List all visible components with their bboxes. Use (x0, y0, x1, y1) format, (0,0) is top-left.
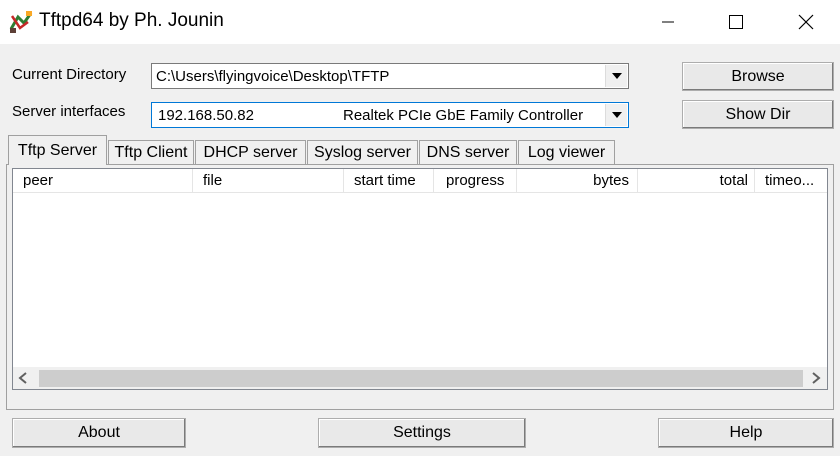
tab-tftp-server[interactable]: Tftp Server (8, 135, 107, 165)
column-bytes[interactable]: bytes (517, 169, 638, 193)
server-interface-ip: 192.168.50.82 (158, 107, 254, 124)
current-directory-label: Current Directory (12, 66, 127, 83)
chevron-right-icon (812, 372, 821, 384)
chevron-left-icon (18, 372, 27, 384)
maximize-button[interactable] (708, 0, 764, 44)
server-interfaces-combo[interactable]: 192.168.50.82 Realtek PCIe GbE Family Co… (151, 102, 629, 128)
minimize-icon (662, 21, 674, 23)
scroll-left-button[interactable] (17, 371, 29, 389)
tab-syslog-server[interactable]: Syslog server (307, 140, 418, 164)
dropdown-arrow-button[interactable] (605, 65, 627, 87)
minimize-button[interactable] (640, 0, 696, 44)
current-directory-value: C:\Users\flyingvoice\Desktop\TFTP (156, 68, 390, 85)
column-file[interactable]: file (193, 169, 344, 193)
transfers-list[interactable]: peer file start time progress bytes tota… (12, 168, 828, 390)
tab-tftp-client[interactable]: Tftp Client (108, 140, 194, 164)
settings-button[interactable]: Settings (318, 418, 526, 448)
tab-log-viewer[interactable]: Log viewer (518, 140, 615, 164)
tab-dhcp-server[interactable]: DHCP server (195, 140, 306, 164)
chevron-down-icon (611, 73, 622, 79)
tftpd-app-icon (9, 11, 33, 33)
help-button[interactable]: Help (658, 418, 834, 448)
window-title: Tftpd64 by Ph. Jounin (39, 10, 224, 31)
show-dir-button[interactable]: Show Dir (682, 100, 834, 129)
title-bar: Tftpd64 by Ph. Jounin (0, 0, 840, 44)
scroll-right-button[interactable] (810, 371, 822, 389)
dropdown-arrow-button[interactable] (605, 104, 627, 126)
column-start-time[interactable]: start time (344, 169, 434, 193)
server-interfaces-label: Server interfaces (12, 103, 126, 120)
close-button[interactable] (778, 0, 834, 44)
scrollbar-thumb[interactable] (39, 370, 803, 387)
close-icon (798, 14, 814, 30)
chevron-down-icon (611, 112, 622, 118)
browse-button[interactable]: Browse (682, 62, 834, 91)
maximize-icon (729, 15, 743, 29)
column-progress[interactable]: progress (434, 169, 517, 193)
column-total[interactable]: total (638, 169, 755, 193)
horizontal-scrollbar[interactable] (13, 367, 827, 389)
tab-dns-server[interactable]: DNS server (419, 140, 517, 164)
current-directory-combo[interactable]: C:\Users\flyingvoice\Desktop\TFTP (151, 63, 629, 89)
column-timeout[interactable]: timeo... (755, 169, 827, 193)
column-peer[interactable]: peer (13, 169, 193, 193)
server-interface-adapter: Realtek PCIe GbE Family Controller (343, 107, 584, 124)
about-button[interactable]: About (12, 418, 186, 448)
